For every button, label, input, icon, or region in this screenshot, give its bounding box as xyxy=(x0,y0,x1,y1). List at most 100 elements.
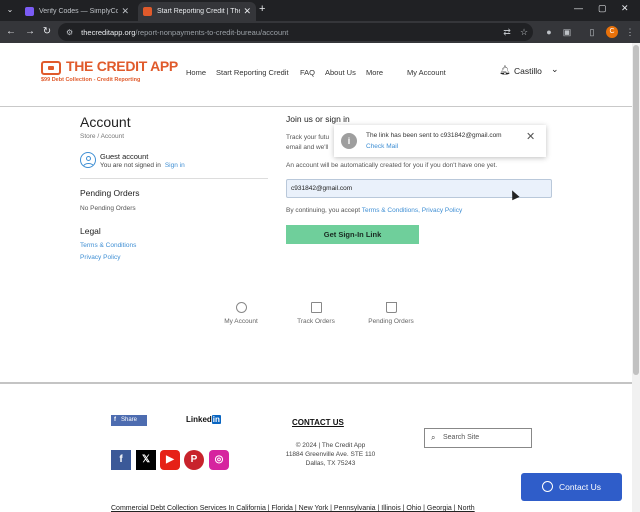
consent-text: By continuing, you accept Terms & Condit… xyxy=(286,207,462,214)
url-host: thecreditapp.org xyxy=(81,27,136,37)
legal-title: Legal xyxy=(80,226,101,236)
site-tagline: $99 Debt Collection - Credit Reporting xyxy=(41,77,141,83)
close-tab-icon[interactable]: ✕ xyxy=(243,6,251,17)
new-tab-icon[interactable]: + xyxy=(259,3,265,15)
bottom-nav-my-account[interactable]: My Account xyxy=(206,302,276,325)
account-icon xyxy=(235,302,247,313)
breadcrumb: Store / Account xyxy=(80,133,125,140)
auto-account-text: An account will be automatically created… xyxy=(286,162,498,169)
close-icon[interactable]: ✕ xyxy=(526,130,535,143)
extension-icon[interactable]: ● xyxy=(543,26,555,38)
consent-prefix: By continuing, you accept xyxy=(286,207,361,214)
profile-avatar[interactable]: C xyxy=(606,26,618,38)
url-path: /report-nonpayments-to-credit-bureau/acc… xyxy=(135,27,289,37)
tab-title: Verify Codes — SimplyCodes xyxy=(39,8,119,15)
sign-in-link[interactable]: Sign in xyxy=(165,162,185,169)
address-line-2: Dallas, TX 75243 xyxy=(305,460,356,467)
address-line-1: 11884 Greenville Ave. STE 110 xyxy=(285,451,376,458)
nav-home[interactable]: Home xyxy=(186,68,206,77)
instagram-icon[interactable]: ◎ xyxy=(209,450,229,470)
page-title: Account xyxy=(80,114,131,130)
linkedin-icon: in xyxy=(211,415,221,424)
nav-about-us[interactable]: About Us xyxy=(325,68,356,77)
contact-us-chat-button[interactable]: Contact Us xyxy=(521,473,622,501)
forward-icon[interactable]: → xyxy=(23,25,37,39)
search-input[interactable]: ⌕ Search Site xyxy=(424,428,532,448)
minimize-icon[interactable]: — xyxy=(574,3,583,13)
page-scrollbar[interactable] xyxy=(632,43,640,512)
divider xyxy=(80,178,268,179)
site-info-icon[interactable]: ⚙ xyxy=(66,28,73,37)
info-icon: i xyxy=(341,133,357,149)
facebook-icon[interactable]: f xyxy=(111,450,131,470)
close-window-icon[interactable]: ✕ xyxy=(621,3,629,14)
signin-description-line-1: Track your futu xyxy=(286,134,330,141)
linkedin-button[interactable]: Linkedin xyxy=(186,415,221,424)
bottom-nav-label: My Account xyxy=(224,318,258,325)
bottom-nav-pending-orders[interactable]: Pending Orders xyxy=(356,302,426,325)
user-avatar-icon xyxy=(80,152,96,168)
bookmark-star-icon[interactable]: ☆ xyxy=(518,26,530,38)
nav-more[interactable]: More xyxy=(366,68,383,77)
translate-icon[interactable]: ⇄ xyxy=(501,26,513,38)
address-bar[interactable]: ⚙ thecreditapp.org/report-nonpayments-to… xyxy=(58,23,533,41)
bottom-nav-label: Pending Orders xyxy=(368,318,414,325)
signin-title: Join us or sign in xyxy=(286,114,350,124)
pending-orders-text: No Pending Orders xyxy=(80,205,136,212)
site-header: THE CREDIT APP $99 Debt Collection - Cre… xyxy=(0,43,632,107)
tab-title: Start Reporting Credit | The Cre xyxy=(157,8,241,15)
toast-message: The link has been sent to c931842@gmail.… xyxy=(366,132,502,139)
scrollbar-thumb[interactable] xyxy=(633,45,639,375)
contact-us-heading[interactable]: CONTACT US xyxy=(292,418,344,427)
nav-my-account[interactable]: My Account xyxy=(407,68,446,77)
notification-bell-icon[interactable]: 🔔︎ xyxy=(499,65,510,76)
side-panel-icon[interactable]: ▯ xyxy=(586,26,598,38)
track-orders-icon xyxy=(310,302,322,313)
youtube-icon[interactable]: ▶ xyxy=(160,450,180,470)
maximize-icon[interactable]: ▢ xyxy=(598,3,607,14)
signin-description-line-2: email and we'll xyxy=(286,144,329,151)
nav-start-reporting-credit[interactable]: Start Reporting Credit xyxy=(216,68,289,77)
terms-link[interactable]: Terms & Conditions, xyxy=(362,207,420,214)
extensions-puzzle-icon[interactable]: ▣ xyxy=(561,26,573,38)
user-menu-name[interactable]: Castillo xyxy=(514,66,542,76)
linkedin-label: Linked xyxy=(186,415,212,424)
search-placeholder: Search Site xyxy=(443,434,480,441)
copyright-text: © 2024 | The Credit App xyxy=(295,442,366,449)
get-sign-in-link-button[interactable]: Get Sign-In Link xyxy=(286,225,419,244)
facebook-share-button[interactable]: f Share xyxy=(111,415,147,426)
browser-menu-icon[interactable]: ⋮ xyxy=(624,26,636,38)
bottom-nav-track-orders[interactable]: Track Orders xyxy=(281,302,351,325)
chat-label: Contact Us xyxy=(559,482,602,492)
guest-account-status: You are not signed in Sign in xyxy=(100,162,185,169)
privacy-link[interactable]: Privacy Policy xyxy=(422,207,462,214)
pinterest-icon[interactable]: P xyxy=(184,450,204,470)
privacy-link[interactable]: Privacy Policy xyxy=(80,254,120,261)
not-signed-in-text: You are not signed in xyxy=(100,162,161,169)
reload-icon[interactable]: ↻ xyxy=(40,25,54,39)
close-tab-icon[interactable]: ✕ xyxy=(121,6,129,17)
search-icon: ⌕ xyxy=(431,433,436,442)
state-service-links[interactable]: Commercial Debt Collection Services In C… xyxy=(111,505,475,512)
footer-address: © 2024 | The Credit App 11884 Greenville… xyxy=(258,441,403,468)
bottom-nav-label: Track Orders xyxy=(297,318,335,325)
tab-credit-app[interactable]: Start Reporting Credit | The Cre ✕ xyxy=(138,2,256,21)
guest-account-title: Guest account xyxy=(100,152,149,161)
site-logo[interactable]: THE CREDIT APP xyxy=(66,58,178,74)
credit-card-logo-icon[interactable] xyxy=(41,61,61,75)
browser-tab-bar: ⌄ Verify Codes — SimplyCodes ✕ Start Rep… xyxy=(0,0,640,21)
chevron-down-icon[interactable]: ⌄ xyxy=(551,64,559,75)
terms-link[interactable]: Terms & Conditions xyxy=(80,242,136,249)
check-mail-link[interactable]: Check Mail xyxy=(366,143,398,150)
credit-app-favicon-icon xyxy=(143,7,152,16)
back-icon[interactable]: ← xyxy=(4,25,18,39)
shopping-bag-icon xyxy=(385,302,397,313)
simplycodes-favicon-icon xyxy=(25,7,34,16)
pending-orders-title: Pending Orders xyxy=(80,188,140,198)
x-twitter-icon[interactable]: 𝕏 xyxy=(136,450,156,470)
browser-toolbar: ← → ↻ ⚙ thecreditapp.org/report-nonpayme… xyxy=(0,21,640,43)
nav-faq[interactable]: FAQ xyxy=(300,68,315,77)
tab-simplycodes[interactable]: Verify Codes — SimplyCodes ✕ xyxy=(20,2,134,21)
chat-bubble-icon xyxy=(542,481,553,492)
tab-search-icon[interactable]: ⌄ xyxy=(4,4,16,16)
